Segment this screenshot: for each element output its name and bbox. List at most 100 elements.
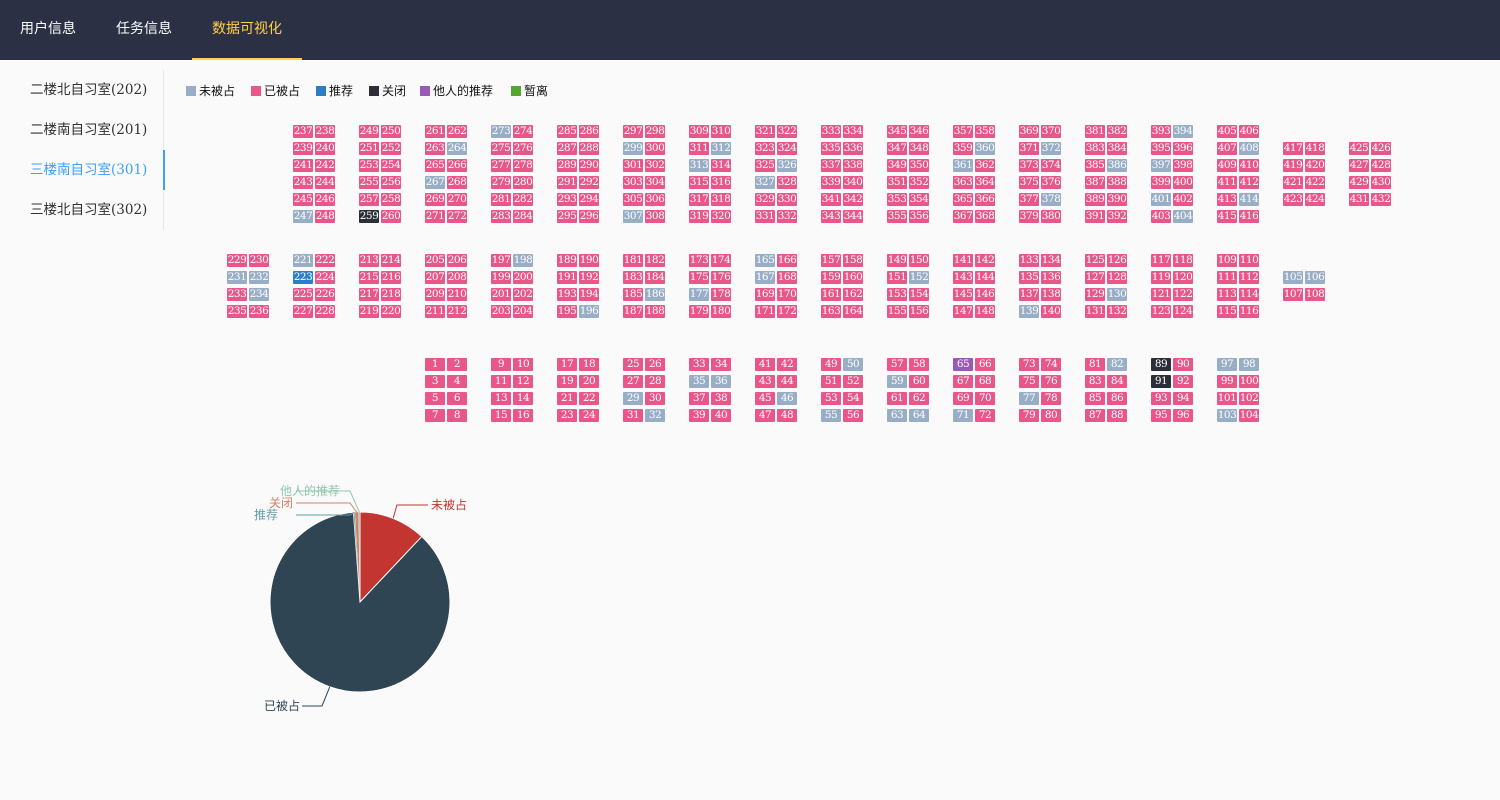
- seat-395[interactable]: 395: [1151, 142, 1171, 155]
- seat-152[interactable]: 152: [909, 271, 929, 284]
- seat-258[interactable]: 258: [381, 193, 401, 206]
- seat-299[interactable]: 299: [623, 142, 643, 155]
- seat-306[interactable]: 306: [645, 193, 665, 206]
- seat-386[interactable]: 386: [1107, 159, 1127, 172]
- seat-329[interactable]: 329: [755, 193, 775, 206]
- seat-16[interactable]: 16: [513, 409, 533, 422]
- seat-33[interactable]: 33: [689, 358, 709, 371]
- seat-106[interactable]: 106: [1305, 271, 1325, 284]
- seat-41[interactable]: 41: [755, 358, 775, 371]
- seat-200[interactable]: 200: [513, 271, 533, 284]
- seat-79[interactable]: 79: [1019, 409, 1039, 422]
- seat-322[interactable]: 322: [777, 125, 797, 138]
- seat-231[interactable]: 231: [227, 271, 247, 284]
- seat-349[interactable]: 349: [887, 159, 907, 172]
- seat-340[interactable]: 340: [843, 176, 863, 189]
- seat-266[interactable]: 266: [447, 159, 467, 172]
- seat-12[interactable]: 12: [513, 375, 533, 388]
- seat-28[interactable]: 28: [645, 375, 665, 388]
- seat-253[interactable]: 253: [359, 159, 379, 172]
- seat-280[interactable]: 280: [513, 176, 533, 189]
- seat-95[interactable]: 95: [1151, 409, 1171, 422]
- seat-388[interactable]: 388: [1107, 176, 1127, 189]
- seat-312[interactable]: 312: [711, 142, 731, 155]
- seat-68[interactable]: 68: [975, 375, 995, 388]
- seat-44[interactable]: 44: [777, 375, 797, 388]
- seat-365[interactable]: 365: [953, 193, 973, 206]
- seat-75[interactable]: 75: [1019, 375, 1039, 388]
- seat-37[interactable]: 37: [689, 392, 709, 405]
- seat-61[interactable]: 61: [887, 392, 907, 405]
- seat-223[interactable]: 223: [293, 271, 313, 284]
- seat-174[interactable]: 174: [711, 254, 731, 267]
- seat-287[interactable]: 287: [557, 142, 577, 155]
- seat-227[interactable]: 227: [293, 305, 313, 318]
- seat-26[interactable]: 26: [645, 358, 665, 371]
- seat-242[interactable]: 242: [315, 159, 335, 172]
- seat-255[interactable]: 255: [359, 176, 379, 189]
- seat-284[interactable]: 284: [513, 210, 533, 223]
- seat-87[interactable]: 87: [1085, 409, 1105, 422]
- seat-303[interactable]: 303: [623, 176, 643, 189]
- seat-50[interactable]: 50: [843, 358, 863, 371]
- seat-10[interactable]: 10: [513, 358, 533, 371]
- seat-104[interactable]: 104: [1239, 409, 1259, 422]
- seat-425[interactable]: 425: [1349, 142, 1369, 155]
- seat-112[interactable]: 112: [1239, 271, 1259, 284]
- seat-403[interactable]: 403: [1151, 210, 1171, 223]
- seat-31[interactable]: 31: [623, 409, 643, 422]
- seat-11[interactable]: 11: [491, 375, 511, 388]
- seat-373[interactable]: 373: [1019, 159, 1039, 172]
- seat-254[interactable]: 254: [381, 159, 401, 172]
- seat-222[interactable]: 222: [315, 254, 335, 267]
- seat-370[interactable]: 370: [1041, 125, 1061, 138]
- seat-238[interactable]: 238: [315, 125, 335, 138]
- seat-210[interactable]: 210: [447, 288, 467, 301]
- seat-55[interactable]: 55: [821, 409, 841, 422]
- seat-93[interactable]: 93: [1151, 392, 1171, 405]
- seat-412[interactable]: 412: [1239, 176, 1259, 189]
- seat-167[interactable]: 167: [755, 271, 775, 284]
- seat-221[interactable]: 221: [293, 254, 313, 267]
- seat-261[interactable]: 261: [425, 125, 445, 138]
- seat-371[interactable]: 371: [1019, 142, 1039, 155]
- seat-348[interactable]: 348: [909, 142, 929, 155]
- seat-198[interactable]: 198: [513, 254, 533, 267]
- seat-367[interactable]: 367: [953, 210, 973, 223]
- seat-57[interactable]: 57: [887, 358, 907, 371]
- seat-176[interactable]: 176: [711, 271, 731, 284]
- seat-374[interactable]: 374: [1041, 159, 1061, 172]
- seat-368[interactable]: 368: [975, 210, 995, 223]
- seat-27[interactable]: 27: [623, 375, 643, 388]
- seat-263[interactable]: 263: [425, 142, 445, 155]
- seat-24[interactable]: 24: [579, 409, 599, 422]
- seat-9[interactable]: 9: [491, 358, 511, 371]
- seat-175[interactable]: 175: [689, 271, 709, 284]
- seat-334[interactable]: 334: [843, 125, 863, 138]
- seat-352[interactable]: 352: [909, 176, 929, 189]
- seat-92[interactable]: 92: [1173, 375, 1193, 388]
- seat-244[interactable]: 244: [315, 176, 335, 189]
- seat-252[interactable]: 252: [381, 142, 401, 155]
- seat-203[interactable]: 203: [491, 305, 511, 318]
- seat-324[interactable]: 324: [777, 142, 797, 155]
- seat-350[interactable]: 350: [909, 159, 929, 172]
- seat-202[interactable]: 202: [513, 288, 533, 301]
- seat-139[interactable]: 139: [1019, 305, 1039, 318]
- seat-135[interactable]: 135: [1019, 271, 1039, 284]
- seat-351[interactable]: 351: [887, 176, 907, 189]
- seat-180[interactable]: 180: [711, 305, 731, 318]
- seat-164[interactable]: 164: [843, 305, 863, 318]
- seat-173[interactable]: 173: [689, 254, 709, 267]
- seat-14[interactable]: 14: [513, 392, 533, 405]
- seat-267[interactable]: 267: [425, 176, 445, 189]
- seat-383[interactable]: 383: [1085, 142, 1105, 155]
- seat-67[interactable]: 67: [953, 375, 973, 388]
- seat-58[interactable]: 58: [909, 358, 929, 371]
- seat-414[interactable]: 414: [1239, 193, 1259, 206]
- seat-69[interactable]: 69: [953, 392, 973, 405]
- seat-229[interactable]: 229: [227, 254, 247, 267]
- seat-423[interactable]: 423: [1283, 193, 1303, 206]
- seat-193[interactable]: 193: [557, 288, 577, 301]
- seat-389[interactable]: 389: [1085, 193, 1105, 206]
